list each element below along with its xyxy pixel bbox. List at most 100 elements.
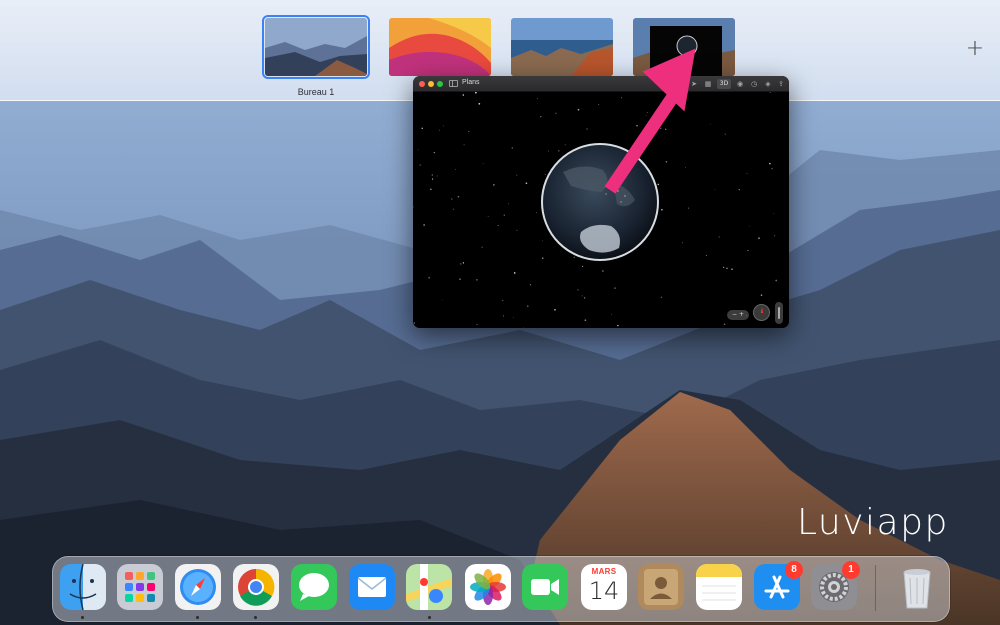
contacts-icon[interactable]: [638, 564, 684, 610]
star: [705, 255, 707, 257]
trash-icon[interactable]: [894, 564, 940, 610]
star: [769, 162, 771, 165]
star: [502, 300, 504, 302]
star: [502, 315, 504, 317]
star: [443, 125, 445, 127]
star: [511, 147, 514, 149]
messages-icon[interactable]: [291, 564, 337, 610]
clock-icon[interactable]: ◷: [749, 79, 759, 89]
star: [555, 112, 557, 114]
safari-icon[interactable]: [175, 564, 221, 610]
compass-icon[interactable]: [753, 304, 770, 321]
star: [476, 279, 478, 281]
facetime-icon[interactable]: [522, 564, 568, 610]
star: [724, 133, 726, 135]
star: [614, 287, 616, 289]
finder-icon[interactable]: [60, 564, 106, 610]
star: [774, 235, 776, 237]
star: [586, 128, 588, 130]
system-preferences-badge: 1: [842, 561, 860, 579]
space-label: Bureau 1: [297, 87, 335, 97]
star: [441, 299, 443, 301]
directions-icon[interactable]: ◈: [763, 79, 773, 89]
star: [516, 229, 518, 231]
zoom-control[interactable]: − +: [727, 310, 749, 320]
star: [558, 150, 560, 152]
star: [493, 184, 495, 186]
star: [439, 129, 440, 131]
star: [660, 296, 662, 298]
star: [513, 317, 514, 318]
space-thumbnail-2[interactable]: [389, 18, 491, 76]
running-indicator: [196, 616, 199, 619]
star: [564, 144, 566, 146]
dock-separator: [875, 565, 876, 611]
star: [417, 149, 419, 151]
star: [746, 172, 748, 174]
maps-icon[interactable]: [406, 564, 452, 610]
star: [431, 178, 434, 180]
star: [462, 262, 465, 264]
space-thumbnail-1[interactable]: [262, 15, 370, 79]
running-indicator: [428, 616, 431, 619]
star: [548, 150, 549, 152]
star: [554, 308, 556, 311]
mail-icon[interactable]: [349, 564, 395, 610]
notes-icon[interactable]: [696, 564, 742, 610]
star: [584, 319, 587, 322]
star: [476, 324, 478, 326]
star: [428, 276, 431, 279]
star: [463, 144, 465, 146]
minimize-button[interactable]: [428, 81, 434, 87]
star: [459, 263, 462, 265]
star: [617, 324, 619, 327]
star: [583, 297, 586, 299]
star: [726, 267, 728, 270]
star: [760, 294, 763, 296]
app-store-badge: 8: [785, 561, 803, 579]
calendar-day: 14: [588, 577, 620, 605]
star: [452, 208, 454, 210]
star: [523, 327, 525, 328]
star: [481, 246, 483, 248]
star: [503, 214, 505, 216]
star: [430, 188, 432, 191]
star: [419, 164, 421, 166]
star: [731, 268, 733, 270]
star: [718, 236, 720, 238]
star: [462, 94, 465, 96]
star: [455, 169, 456, 170]
star: [542, 240, 544, 242]
add-space-button[interactable]: +: [964, 38, 986, 60]
star: [457, 195, 460, 198]
star: [773, 213, 775, 214]
star: [436, 175, 438, 177]
star: [540, 115, 542, 118]
star: [581, 295, 583, 297]
star: [527, 305, 529, 307]
star: [529, 284, 532, 286]
star: [747, 250, 749, 252]
star: [413, 322, 416, 324]
zoom-button[interactable]: [437, 81, 443, 87]
star: [611, 314, 612, 315]
star: [536, 98, 538, 99]
chrome-icon[interactable]: [233, 564, 279, 610]
photos-icon[interactable]: [465, 564, 511, 610]
star: [582, 265, 584, 267]
star: [775, 279, 778, 282]
sidebar-toggle-icon[interactable]: [449, 80, 458, 87]
running-indicator: [81, 616, 84, 619]
share-icon[interactable]: ⇪: [776, 79, 786, 89]
calendar-month: MARS: [591, 567, 617, 576]
star: [602, 270, 604, 272]
launchpad-icon[interactable]: [117, 564, 163, 610]
star: [525, 182, 528, 185]
star: [573, 256, 575, 259]
binoculars-icon[interactable]: ◉: [735, 79, 745, 89]
star: [431, 174, 433, 176]
pitch-control[interactable]: [775, 302, 783, 324]
star: [748, 225, 750, 227]
close-button[interactable]: [419, 81, 425, 87]
running-indicator: [254, 616, 257, 619]
